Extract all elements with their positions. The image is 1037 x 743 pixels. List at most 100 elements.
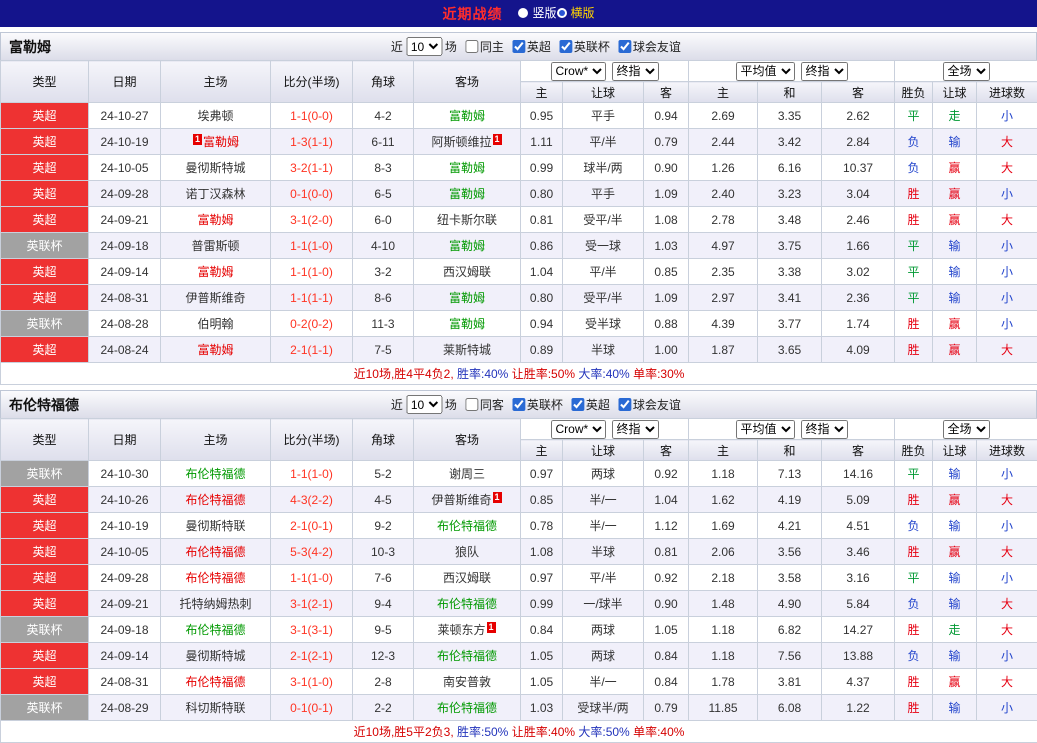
score-cell: 1-1(1-0): [271, 233, 353, 259]
full-match-select[interactable]: 全场: [943, 62, 990, 81]
result-handicap: 走: [933, 617, 977, 643]
filter-option[interactable]: 英联杯: [559, 38, 610, 55]
corners-cell: 6-11: [353, 129, 414, 155]
filter-checkbox[interactable]: [465, 40, 478, 53]
summary-segment: 单率:30%: [633, 367, 684, 381]
filter-option[interactable]: 英联杯: [512, 396, 563, 413]
date-cell: 24-08-24: [89, 337, 161, 363]
league-cell: 英超: [1, 285, 89, 311]
asian-home-odds: 0.97: [521, 565, 563, 591]
filter-option[interactable]: 同客: [465, 396, 504, 413]
result-outcome: 胜: [895, 695, 933, 721]
column-header: 让球: [933, 82, 977, 103]
match-row: 英超24-09-28诺丁汉森林0-1(0-0)6-5富勒姆0.80平手1.092…: [1, 181, 1037, 207]
filter-checkbox[interactable]: [465, 398, 478, 411]
final-index-select[interactable]: 终指: [801, 420, 848, 439]
filter-option-label: 英联杯: [574, 38, 610, 55]
column-header: 类型: [1, 61, 89, 103]
team-header-bar: 布伦特福德近10场同客英联杯英超球会友谊: [0, 390, 1037, 418]
away-team-cell: 布伦特福德: [414, 643, 521, 669]
euro-away-odds: 4.51: [822, 513, 895, 539]
result-outcome: 平: [895, 233, 933, 259]
layout-option-vertical[interactable]: 竖版: [518, 4, 556, 21]
result-goals: 小: [977, 565, 1037, 591]
filter-checkbox[interactable]: [618, 40, 631, 53]
asian-home-odds: 0.95: [521, 103, 563, 129]
final-index-select[interactable]: 终指: [612, 420, 659, 439]
euro-draw-odds: 3.48: [758, 207, 822, 233]
filter-option-label: 英超: [586, 396, 610, 413]
asian-home-odds: 0.84: [521, 617, 563, 643]
team-name-text: 纽卡斯尔联: [437, 213, 497, 227]
filter-checkbox[interactable]: [512, 398, 525, 411]
result-goals: 大: [977, 487, 1037, 513]
asian-home-odds: 1.04: [521, 259, 563, 285]
euro-away-odds: 3.04: [822, 181, 895, 207]
filter-option[interactable]: 球会友谊: [618, 38, 681, 55]
away-team-cell: 布伦特福德: [414, 591, 521, 617]
asian-home-odds: 1.11: [521, 129, 563, 155]
asian-handicap: 受球半/两: [563, 695, 644, 721]
result-goals: 大: [977, 337, 1037, 363]
column-header: 主: [689, 82, 758, 103]
final-index-select[interactable]: 终指: [612, 62, 659, 81]
filter-option[interactable]: 同主: [465, 38, 504, 55]
filter-checkbox[interactable]: [618, 398, 631, 411]
score-cell: 4-3(2-2): [271, 487, 353, 513]
filter-checkbox[interactable]: [559, 40, 572, 53]
home-team-cell: 伊普斯维奇: [161, 285, 271, 311]
filter-checkbox[interactable]: [512, 40, 525, 53]
recent-count-select[interactable]: 10: [406, 395, 442, 414]
column-header: 客: [822, 82, 895, 103]
filter-prefix: 近: [391, 38, 403, 55]
column-header: 主: [521, 82, 563, 103]
corners-cell: 4-5: [353, 487, 414, 513]
full-match-select[interactable]: 全场: [943, 420, 990, 439]
column-header: 日期: [89, 61, 161, 103]
league-cell: 英超: [1, 669, 89, 695]
team-name-text: 西汉姆联: [443, 265, 491, 279]
team-name-text: 富勒姆: [449, 291, 485, 305]
topbar: 近期战绩 竖版横版: [0, 0, 1037, 27]
score-cell: 0-2(0-2): [271, 311, 353, 337]
radio-icon[interactable]: [557, 8, 567, 18]
summary-segment: 胜率:50%: [457, 725, 512, 739]
filter-checkbox[interactable]: [571, 398, 584, 411]
result-goals: 小: [977, 643, 1037, 669]
column-header: 客场: [414, 61, 521, 103]
filter-option-label: 同客: [480, 396, 504, 413]
home-team-cell: 曼彻斯特城: [161, 643, 271, 669]
bookmaker-select[interactable]: Crow*: [551, 420, 606, 439]
team-name-text: 普雷斯顿: [191, 239, 239, 253]
average-select[interactable]: 平均值: [736, 420, 795, 439]
radio-icon[interactable]: [518, 8, 528, 18]
filter-option[interactable]: 英超: [571, 396, 610, 413]
asian-handicap: 受半球: [563, 311, 644, 337]
away-team-cell: 莱斯特城: [414, 337, 521, 363]
asian-away-odds: 0.85: [644, 259, 689, 285]
away-team-cell: 谢周三: [414, 461, 521, 487]
asian-handicap: 球半/两: [563, 155, 644, 181]
filter-option[interactable]: 球会友谊: [618, 396, 681, 413]
league-cell: 英超: [1, 181, 89, 207]
euro-draw-odds: 7.56: [758, 643, 822, 669]
summary-segment: 大率:40%: [578, 367, 633, 381]
asian-home-odds: 0.86: [521, 233, 563, 259]
result-handicap: 输: [933, 591, 977, 617]
result-goals: 大: [977, 155, 1037, 181]
team-name-text: 曼彻斯特联: [185, 519, 245, 533]
team-name-text: 布伦特福德: [437, 701, 497, 715]
score-cell: 1-1(0-0): [271, 103, 353, 129]
final-index-select[interactable]: 终指: [801, 62, 848, 81]
asian-away-odds: 1.04: [644, 487, 689, 513]
recent-count-select[interactable]: 10: [406, 37, 442, 56]
layout-option-horizontal[interactable]: 横版: [557, 4, 595, 21]
column-header: 客: [822, 440, 895, 461]
column-header: 和: [758, 440, 822, 461]
filter-option-label: 球会友谊: [633, 38, 681, 55]
filter-option[interactable]: 英超: [512, 38, 551, 55]
date-cell: 24-09-28: [89, 181, 161, 207]
average-select[interactable]: 平均值: [736, 62, 795, 81]
bookmaker-select[interactable]: Crow*: [551, 62, 606, 81]
home-team-cell: 富勒姆: [161, 259, 271, 285]
